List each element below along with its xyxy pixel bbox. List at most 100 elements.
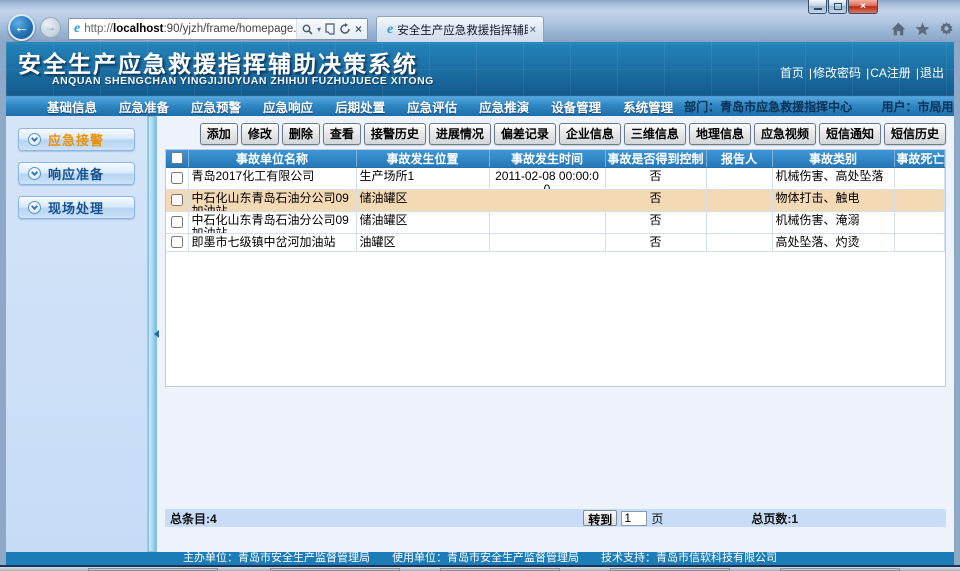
toolbar: 添加修改删除查看接警历史进展情况偏差记录企业信息三维信息地理信息应急视频短信通知… — [165, 116, 946, 149]
browser-tab[interactable]: e 安全生产应急救援指挥辅助... × — [376, 16, 544, 42]
windows-taskbar-sliver — [0, 565, 960, 571]
cell-controlled: 否 — [605, 212, 706, 234]
chevron-down-icon — [28, 133, 41, 146]
menu-item[interactable]: 应急响应 — [252, 97, 324, 116]
page-number-input[interactable] — [621, 511, 647, 526]
table-row[interactable]: 中石化山东青岛石油分公司09加油站储油罐区否机械伤害、淹溺 — [166, 212, 945, 234]
row-checkbox[interactable] — [171, 194, 183, 206]
menu-item[interactable]: 应急推演 — [468, 97, 540, 116]
home-icon[interactable] — [891, 22, 906, 36]
table-row[interactable]: 中石化山东青岛石油分公司09加油站储油罐区否物体打击、触电 — [166, 190, 945, 212]
toolbar-button[interactable]: 查看 — [323, 123, 361, 145]
toolbar-button[interactable]: 进展情况 — [429, 123, 491, 145]
sidebar-collapse-splitter[interactable] — [148, 116, 157, 552]
toolbar-button[interactable]: 短信通知 — [819, 123, 881, 145]
cell-location: 储油罐区 — [356, 212, 489, 234]
cell-location: 储油罐区 — [356, 190, 489, 212]
menu-item[interactable]: 设备管理 — [540, 97, 612, 116]
sidebar-item-label: 现场处理 — [48, 198, 104, 217]
tab-close-icon[interactable]: × — [528, 24, 538, 36]
cell-deaths — [894, 168, 945, 190]
close-icon: × — [849, 0, 877, 13]
toolbar-button[interactable]: 企业信息 — [559, 123, 621, 145]
column-header: 事故是否得到控制 — [605, 150, 706, 168]
maximize-button[interactable] — [828, 0, 847, 14]
header-link[interactable]: 退出 — [920, 66, 944, 80]
cell-time — [489, 234, 605, 252]
cell-controlled: 否 — [605, 190, 706, 212]
toolbar-button[interactable]: 三维信息 — [624, 123, 686, 145]
toolbar-button[interactable]: 添加 — [200, 123, 238, 145]
app-page: 安全生产应急救援指挥辅助决策系统 ANQUAN SHENGCHAN YINGJI… — [6, 42, 954, 565]
search-dropdown-icon[interactable]: ▾ — [317, 25, 321, 34]
menu-item[interactable]: 应急准备 — [108, 97, 180, 116]
collapse-left-icon — [150, 330, 159, 338]
table-row[interactable]: 青岛2017化工有限公司生产场所12011-02-08 00:00:00否机械伤… — [166, 168, 945, 190]
toolbar-button[interactable]: 接警历史 — [364, 123, 426, 145]
toolbar-button[interactable]: 短信历史 — [884, 123, 946, 145]
browser-chrome: × ← → e http://localhost:90/yjzh/frame/h… — [0, 0, 960, 42]
header-link[interactable]: 修改密码 — [813, 66, 861, 80]
browser-window: × ← → e http://localhost:90/yjzh/frame/h… — [0, 0, 960, 571]
column-header: 报告人 — [706, 150, 772, 168]
menu-item[interactable]: 应急预警 — [180, 97, 252, 116]
main-panel: 添加修改删除查看接警历史进展情况偏差记录企业信息三维信息地理信息应急视频短信通知… — [157, 116, 954, 552]
row-checkbox[interactable] — [171, 236, 183, 248]
forward-icon: → — [45, 20, 57, 34]
column-header: 事故发生位置 — [356, 150, 489, 168]
toolbar-button[interactable]: 地理信息 — [689, 123, 751, 145]
navigation-bar: ← → e http://localhost:90/yjzh/frame/hom… — [0, 14, 960, 42]
goto-page-group: 转到 页 — [583, 510, 663, 527]
cell-category: 高处坠落、灼烫 — [772, 234, 894, 252]
cell-reporter — [706, 234, 772, 252]
sidebar-item[interactable]: 应急接警 — [18, 128, 135, 151]
session-info: 部门：青岛市应急救援指挥中心 用户：市局用户 — [684, 98, 954, 115]
cell-category: 机械伤害、淹溺 — [772, 212, 894, 234]
address-bar[interactable]: e http://localhost:90/yjzh/frame/homepag… — [68, 18, 368, 40]
sidebar-item[interactable]: 响应准备 — [18, 162, 135, 185]
total-pages-label: 总页数:1 — [751, 510, 798, 527]
stop-icon[interactable]: × — [355, 24, 362, 34]
settings-gear-icon[interactable] — [939, 22, 954, 36]
back-button[interactable]: ← — [8, 14, 35, 41]
window-controls: × — [808, 0, 878, 14]
goto-page-button[interactable]: 转到 — [583, 510, 617, 526]
cell-category: 机械伤害、高处坠落 — [772, 168, 894, 190]
minimize-button[interactable] — [808, 0, 827, 14]
select-all-checkbox[interactable] — [171, 152, 183, 164]
address-bar-tools: ▾ × — [296, 19, 367, 39]
back-icon: ← — [14, 19, 29, 36]
menu-item[interactable]: 基础信息 — [36, 97, 108, 116]
footer-bar: 主办单位：青岛市安全生产监督管理局 使用单位：青岛市安全生产监督管理局 技术支持… — [6, 552, 954, 565]
menu-item[interactable]: 系统管理 — [612, 97, 684, 116]
app-header: 安全生产应急救援指挥辅助决策系统 ANQUAN SHENGCHAN YINGJI… — [6, 42, 954, 96]
cell-category: 物体打击、触电 — [772, 190, 894, 212]
header-link[interactable]: 首页 — [780, 66, 804, 80]
forward-button[interactable]: → — [40, 17, 61, 38]
toolbar-button[interactable]: 修改 — [241, 123, 279, 145]
menu-item[interactable]: 后期处置 — [324, 97, 396, 116]
select-all-header — [166, 150, 188, 168]
refresh-icon[interactable] — [339, 23, 351, 35]
department-label: 部门：青岛市应急救援指挥中心 — [684, 100, 852, 114]
row-checkbox[interactable] — [171, 216, 183, 228]
search-icon[interactable] — [302, 24, 313, 35]
toolbar-button[interactable]: 删除 — [282, 123, 320, 145]
accident-table-container: 事故单位名称事故发生位置事故发生时间事故是否得到控制报告人事故类别事故死亡人数 … — [165, 149, 946, 387]
toolbar-button[interactable]: 应急视频 — [754, 123, 816, 145]
cell-time: 2011-02-08 00:00:00 — [489, 168, 605, 190]
cell-deaths — [894, 212, 945, 234]
toolbar-button[interactable]: 偏差记录 — [494, 123, 556, 145]
favorites-star-icon[interactable] — [915, 22, 930, 36]
header-link[interactable]: CA注册 — [870, 66, 911, 80]
close-window-button[interactable]: × — [848, 0, 878, 14]
table-header-row: 事故单位名称事故发生位置事故发生时间事故是否得到控制报告人事故类别事故死亡人数 — [166, 150, 945, 168]
sidebar: 应急接警 响应准备 现场处理 — [6, 116, 148, 552]
row-checkbox[interactable] — [171, 172, 183, 184]
content-area: 应急接警 响应准备 现场处理 添加修改删除查看接警历史进展情况偏差记录企业信息三… — [6, 116, 954, 552]
table-row[interactable]: 即墨市七级镇中岔河加油站油罐区否高处坠落、灼烫 — [166, 234, 945, 252]
compatibility-view-icon[interactable] — [325, 23, 335, 35]
menu-item[interactable]: 应急评估 — [396, 97, 468, 116]
url-text[interactable]: http://localhost:90/yjzh/frame/homepage.… — [84, 23, 296, 35]
sidebar-item[interactable]: 现场处理 — [18, 196, 135, 219]
